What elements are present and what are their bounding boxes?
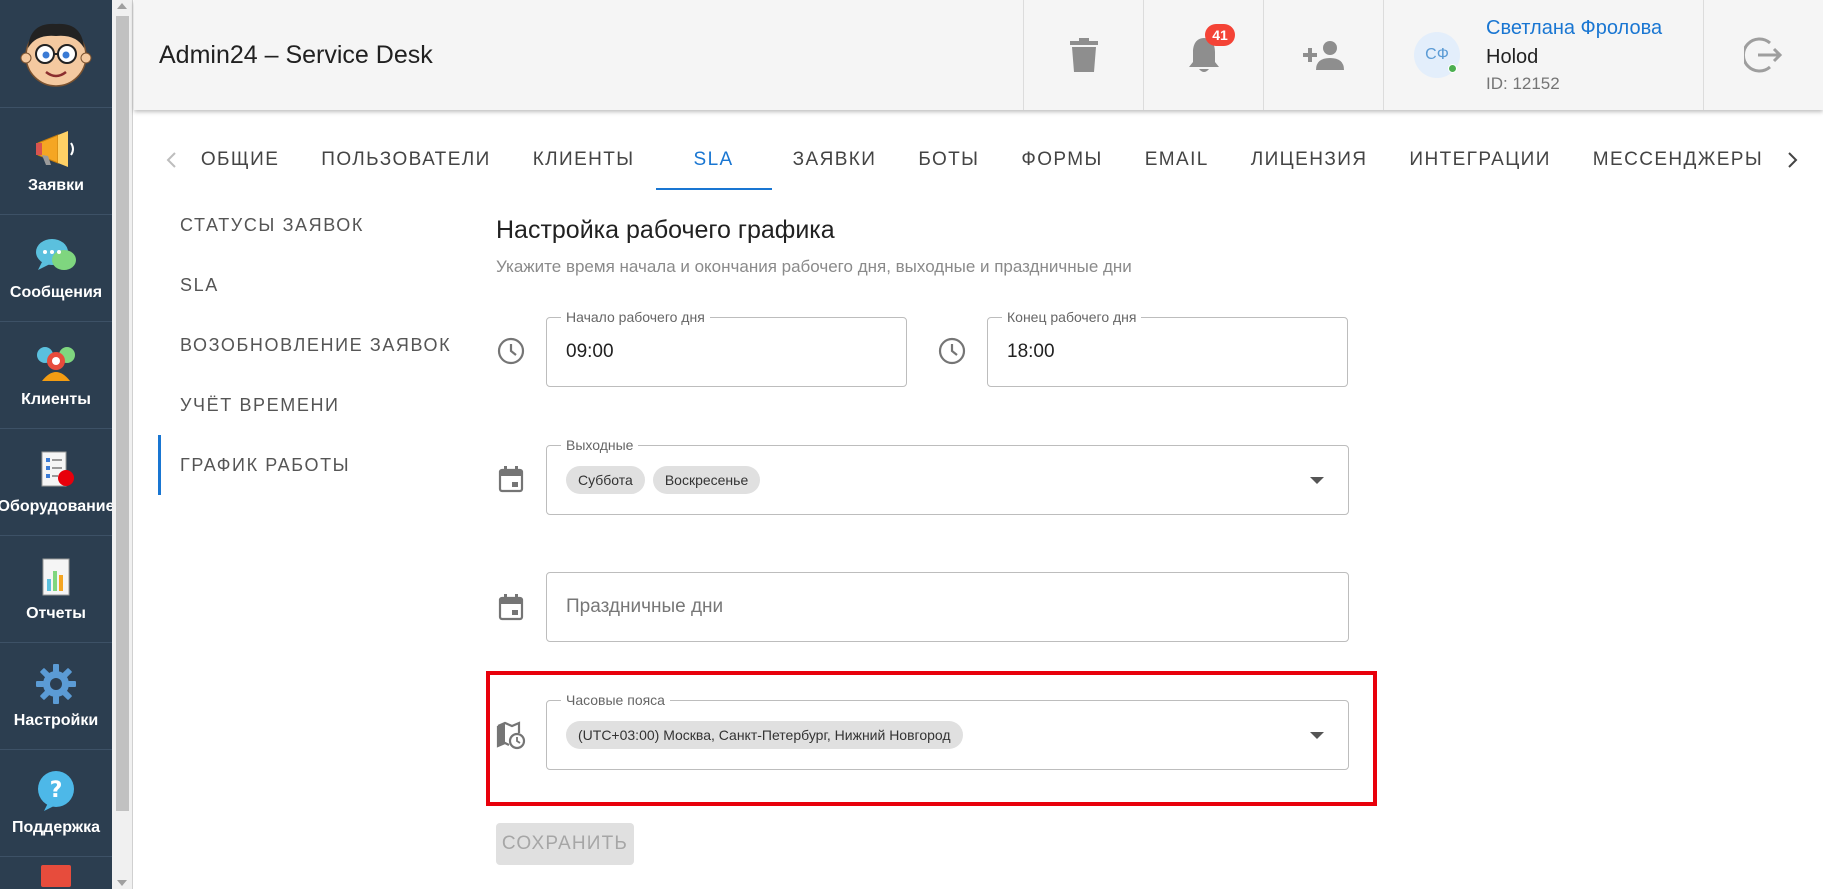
- question-icon: ?: [34, 769, 78, 813]
- tab-integrations[interactable]: ИНТЕГРАЦИИ: [1388, 130, 1571, 190]
- tab-general[interactable]: ОБЩИЕ: [180, 130, 300, 190]
- page-scrollbar[interactable]: [112, 0, 133, 889]
- logout-icon: [1743, 37, 1782, 73]
- scroll-down-arrow[interactable]: [117, 880, 127, 886]
- user-info: Светлана Фролова Holod ID: 12152: [1486, 14, 1662, 97]
- tab-bots[interactable]: БОТЫ: [897, 130, 1000, 190]
- chip-saturday[interactable]: Суббота: [566, 466, 645, 494]
- sidebar-item-settings[interactable]: Настройки: [0, 643, 112, 750]
- svg-text:?: ?: [50, 778, 63, 803]
- equipment-checklist-icon: [34, 448, 78, 492]
- sidebar-item-support[interactable]: ? Поддержка: [0, 750, 112, 857]
- chip-sunday[interactable]: Воскресенье: [652, 466, 761, 494]
- sidebar-item-label: Настройки: [13, 712, 99, 729]
- clock-icon: [934, 333, 970, 369]
- sidebar-item-reports[interactable]: Отчеты: [0, 536, 112, 643]
- trash-button[interactable]: [1023, 0, 1143, 110]
- timezones-select[interactable]: Часовые пояса (UTC+03:00) Москва, Санкт-…: [546, 691, 1349, 770]
- tabs-scroll-right-button[interactable]: [1784, 130, 1802, 190]
- sla-subnav: СТАТУСЫ ЗАЯВОК SLA ВОЗОБНОВЛЕНИЕ ЗАЯВОК …: [158, 195, 458, 495]
- notifications-button[interactable]: 41: [1143, 0, 1263, 110]
- add-user-icon: [1302, 41, 1344, 70]
- gear-icon: [34, 662, 78, 706]
- notification-count-badge: 41: [1205, 24, 1235, 46]
- people-icon: [34, 341, 78, 385]
- app-title: Admin24 – Service Desk: [159, 40, 433, 69]
- chevron-left-icon: [166, 152, 176, 168]
- app-sidebar: Заявки Сообщения Клиенты Оборудование От…: [0, 0, 112, 889]
- timezones-chips: (UTC+03:00) Москва, Санкт-Петербург, Ниж…: [566, 701, 963, 769]
- tab-email[interactable]: EMAIL: [1124, 130, 1230, 190]
- sidebar-item-messages[interactable]: Сообщения: [0, 215, 112, 322]
- online-status-dot: [1448, 64, 1457, 73]
- weekends-select[interactable]: Выходные Суббота Воскресенье: [546, 436, 1349, 515]
- map-clock-icon: [493, 717, 529, 753]
- avatar[interactable]: СФ: [1414, 32, 1460, 78]
- holidays-placeholder[interactable]: Праздничные дни: [566, 573, 723, 641]
- work-end-value[interactable]: 18:00: [1007, 318, 1055, 386]
- tab-messengers[interactable]: МЕССЕНДЖЕРЫ: [1572, 130, 1784, 190]
- scroll-up-arrow[interactable]: [117, 3, 127, 9]
- tab-users[interactable]: ПОЛЬЗОВАТЕЛИ: [300, 130, 511, 190]
- sidebar-item-label: Отчеты: [26, 605, 86, 622]
- sidebar-item-label: Клиенты: [21, 391, 91, 408]
- sidebar-item-label: Поддержка: [11, 819, 101, 836]
- user-id: ID: 12152: [1486, 73, 1560, 93]
- chevron-right-icon: [1788, 152, 1798, 168]
- subnav-ticket-statuses[interactable]: СТАТУСЫ ЗАЯВОК: [158, 195, 458, 255]
- subnav-ticket-reopen[interactable]: ВОЗОБНОВЛЕНИЕ ЗАЯВОК: [158, 315, 458, 375]
- dropdown-arrow-icon[interactable]: [1310, 732, 1324, 739]
- chip-timezone-moscow[interactable]: (UTC+03:00) Москва, Санкт-Петербург, Ниж…: [566, 721, 963, 749]
- tabs-scroll-left-button[interactable]: [162, 130, 180, 190]
- user-name-link[interactable]: Светлана Фролова: [1486, 14, 1662, 43]
- sidebar-item-partial[interactable]: [0, 857, 112, 887]
- sidebar-item-label: Заявки: [28, 177, 84, 194]
- sidebar-item-clients[interactable]: Клиенты: [0, 322, 112, 429]
- subnav-sla[interactable]: SLA: [158, 255, 458, 315]
- tab-sla[interactable]: SLA: [655, 130, 772, 190]
- logout-button[interactable]: [1703, 0, 1823, 110]
- page-title: Настройка рабочего графика: [496, 216, 835, 244]
- subnav-work-schedule[interactable]: ГРАФИК РАБОТЫ: [158, 435, 458, 495]
- sidebar-item-tickets[interactable]: Заявки: [0, 108, 112, 215]
- trash-icon: [1069, 38, 1098, 72]
- work-start-value[interactable]: 09:00: [566, 318, 614, 386]
- avatar-initials: СФ: [1425, 46, 1449, 63]
- sidebar-item-label: Сообщения: [9, 284, 103, 301]
- subnav-time-tracking[interactable]: УЧЁТ ВРЕМЕНИ: [158, 375, 458, 435]
- weekends-chips: Суббота Воскресенье: [566, 446, 761, 514]
- sidebar-item-label: Оборудование: [0, 498, 112, 515]
- tab-clients[interactable]: КЛИЕНТЫ: [512, 130, 656, 190]
- sidebar-item-equipment[interactable]: Оборудование: [0, 429, 112, 536]
- megaphone-icon: [34, 127, 78, 171]
- save-button[interactable]: СОХРАНИТЬ: [496, 823, 634, 865]
- dropdown-arrow-icon[interactable]: [1310, 477, 1324, 484]
- page-subtitle: Укажите время начала и окончания рабочег…: [496, 257, 1132, 276]
- tab-forms[interactable]: ФОРМЫ: [1000, 130, 1123, 190]
- top-header: Admin24 – Service Desk 41 СФ Светлана Фр…: [134, 0, 1823, 110]
- calendar-icon: [493, 589, 529, 625]
- tab-license[interactable]: ЛИЦЕНЗИЯ: [1230, 130, 1389, 190]
- user-profile[interactable]: СФ Светлана Фролова Holod ID: 12152: [1383, 0, 1703, 110]
- work-schedule-form: Настройка рабочего графика Укажите время…: [496, 210, 1396, 280]
- app-logo[interactable]: [0, 0, 112, 108]
- calendar-icon: [493, 461, 529, 497]
- clock-icon: [493, 333, 529, 369]
- mascot-face-icon: [20, 23, 92, 87]
- settings-tabs: ОБЩИЕ ПОЛЬЗОВАТЕЛИ КЛИЕНТЫ SLA ЗАЯВКИ БО…: [162, 130, 1802, 190]
- user-organization: Holod: [1486, 45, 1539, 68]
- chat-bubble-icon: [34, 234, 78, 278]
- add-user-button[interactable]: [1263, 0, 1383, 110]
- scroll-thumb[interactable]: [116, 16, 129, 811]
- holidays-field[interactable]: Праздничные дни: [546, 572, 1349, 642]
- document-icon: [41, 865, 71, 887]
- tab-tickets[interactable]: ЗАЯВКИ: [772, 130, 898, 190]
- work-start-field[interactable]: Начало рабочего дня 09:00: [546, 308, 907, 387]
- tab-list: ОБЩИЕ ПОЛЬЗОВАТЕЛИ КЛИЕНТЫ SLA ЗАЯВКИ БО…: [180, 130, 1784, 190]
- work-end-field[interactable]: Конец рабочего дня 18:00: [987, 308, 1348, 387]
- bar-chart-report-icon: [34, 555, 78, 599]
